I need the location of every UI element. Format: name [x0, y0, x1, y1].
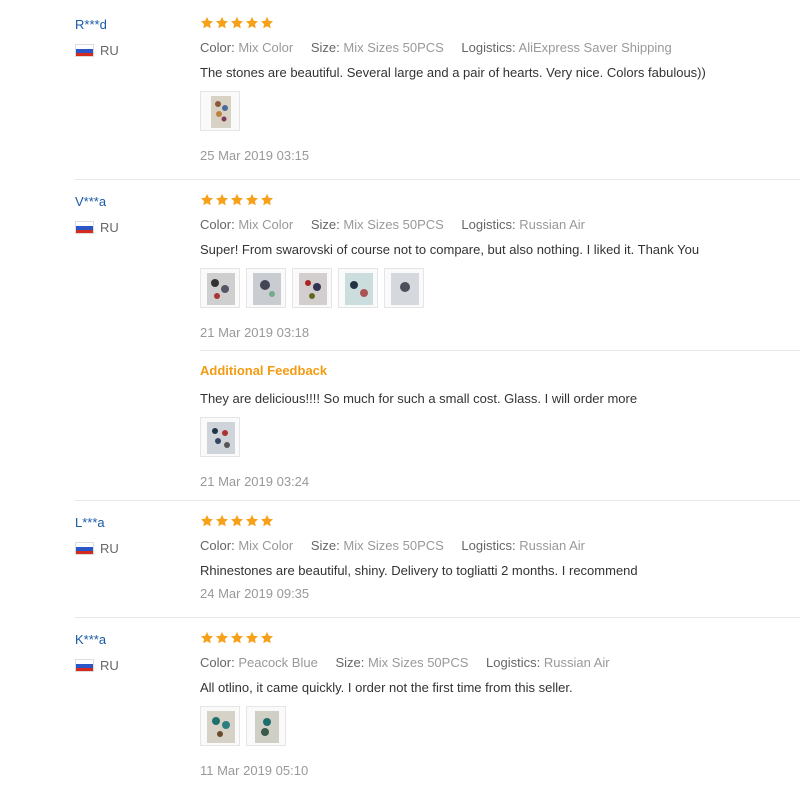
color-value: Mix Color: [238, 538, 294, 553]
review-photo[interactable]: [200, 91, 240, 131]
order-info: Color: Peacock Blue Size: Mix Sizes 50PC…: [200, 655, 624, 670]
order-info: Color: Mix Color Size: Mix Sizes 50PCS L…: [200, 40, 686, 55]
order-info: Color: Mix Color Size: Mix Sizes 50PCS L…: [200, 217, 599, 232]
logistics-label: Logistics:: [461, 40, 516, 55]
star-icon: [215, 16, 229, 29]
reviewer-country: RU: [75, 220, 119, 235]
star-rating: [200, 16, 275, 30]
review-photo[interactable]: [384, 268, 424, 308]
photo-list: [200, 91, 246, 131]
review-photo[interactable]: [200, 417, 240, 457]
order-info: Color: Mix Color Size: Mix Sizes 50PCS L…: [200, 538, 599, 553]
russia-flag-icon: [75, 659, 94, 672]
russia-flag-icon: [75, 221, 94, 234]
reviewer-name: L***a: [75, 515, 105, 530]
country-code: RU: [100, 220, 119, 235]
star-rating: [200, 514, 275, 528]
star-icon: [260, 631, 274, 644]
country-code: RU: [100, 541, 119, 556]
star-icon: [245, 16, 259, 29]
additional-photo-list: [200, 417, 246, 457]
review-date: 25 Mar 2019 03:15: [200, 148, 310, 163]
review-text: The stones are beautiful. Several large …: [200, 65, 706, 80]
russia-flag-icon: [75, 542, 94, 555]
star-icon: [245, 193, 259, 206]
star-icon: [200, 514, 214, 527]
color-label: Color:: [200, 217, 235, 232]
logistics-value: Russian Air: [519, 217, 585, 232]
country-code: RU: [100, 658, 119, 673]
photo-list: [200, 706, 292, 746]
review-divider: [75, 500, 800, 501]
size-value: Mix Sizes 50PCS: [343, 538, 444, 553]
reviewer-country: RU: [75, 658, 119, 673]
review-date: 24 Mar 2019 09:35: [200, 586, 310, 601]
size-value: Mix Sizes 50PCS: [343, 40, 444, 55]
logistics-value: Russian Air: [543, 655, 610, 670]
color-value: Mix Color: [238, 40, 294, 55]
logistics-value: AliExpress Saver Shipping: [518, 40, 672, 55]
review-divider: [75, 617, 800, 618]
review-divider: [75, 179, 800, 180]
color-label: Color:: [200, 40, 235, 55]
star-rating: [200, 193, 275, 207]
size-label: Size:: [310, 538, 340, 553]
logistics-label: Logistics:: [461, 217, 516, 232]
logistics-label: Logistics:: [486, 655, 541, 670]
star-icon: [215, 631, 229, 644]
color-label: Color:: [200, 538, 235, 553]
star-icon: [200, 631, 214, 644]
star-rating: [200, 631, 275, 645]
star-icon: [260, 193, 274, 206]
star-icon: [245, 514, 259, 527]
star-icon: [230, 16, 244, 29]
review-text: Super! From swarovski of course not to c…: [200, 242, 700, 257]
review-photo[interactable]: [200, 268, 240, 308]
logistics-value: Russian Air: [519, 538, 585, 553]
color-label: Color:: [200, 655, 235, 670]
photo-list: [200, 268, 430, 308]
star-icon: [245, 631, 259, 644]
color-value: Mix Color: [238, 217, 294, 232]
star-icon: [200, 193, 214, 206]
star-icon: [215, 514, 229, 527]
russia-flag-icon: [75, 44, 94, 57]
star-icon: [230, 193, 244, 206]
star-icon: [260, 16, 274, 29]
reviewer-country: RU: [75, 43, 119, 58]
star-icon: [200, 16, 214, 29]
star-icon: [230, 514, 244, 527]
review-date: 21 Mar 2019 03:18: [200, 325, 310, 340]
reviewer-name: K***a: [75, 632, 107, 647]
logistics-label: Logistics:: [461, 538, 516, 553]
star-icon: [230, 631, 244, 644]
review-text: All otlino, it came quickly. I order not…: [200, 680, 573, 695]
review-date: 11 Mar 2019 05:10: [200, 763, 309, 778]
size-label: Size:: [310, 40, 340, 55]
review-text: Rhinestones are beautiful, shiny. Delive…: [200, 563, 638, 578]
star-icon: [260, 514, 274, 527]
size-label: Size:: [310, 217, 340, 232]
size-label: Size:: [335, 655, 365, 670]
reviewer-country: RU: [75, 541, 119, 556]
color-value: Peacock Blue: [238, 655, 318, 670]
reviewer-name: V***a: [75, 194, 107, 209]
additional-divider: [200, 350, 800, 351]
review-photo[interactable]: [338, 268, 378, 308]
review-photo[interactable]: [200, 706, 240, 746]
size-value: Mix Sizes 50PCS: [343, 217, 444, 232]
reviewer-name: R***d: [75, 17, 107, 32]
size-value: Mix Sizes 50PCS: [367, 655, 469, 670]
additional-feedback-title: Additional Feedback: [200, 363, 328, 378]
review-photo[interactable]: [292, 268, 332, 308]
country-code: RU: [100, 43, 119, 58]
additional-feedback-text: They are delicious!!!! So much for such …: [200, 391, 638, 406]
review-photo[interactable]: [246, 706, 286, 746]
review-photo[interactable]: [246, 268, 286, 308]
additional-feedback-date: 21 Mar 2019 03:24: [200, 474, 310, 489]
star-icon: [215, 193, 229, 206]
